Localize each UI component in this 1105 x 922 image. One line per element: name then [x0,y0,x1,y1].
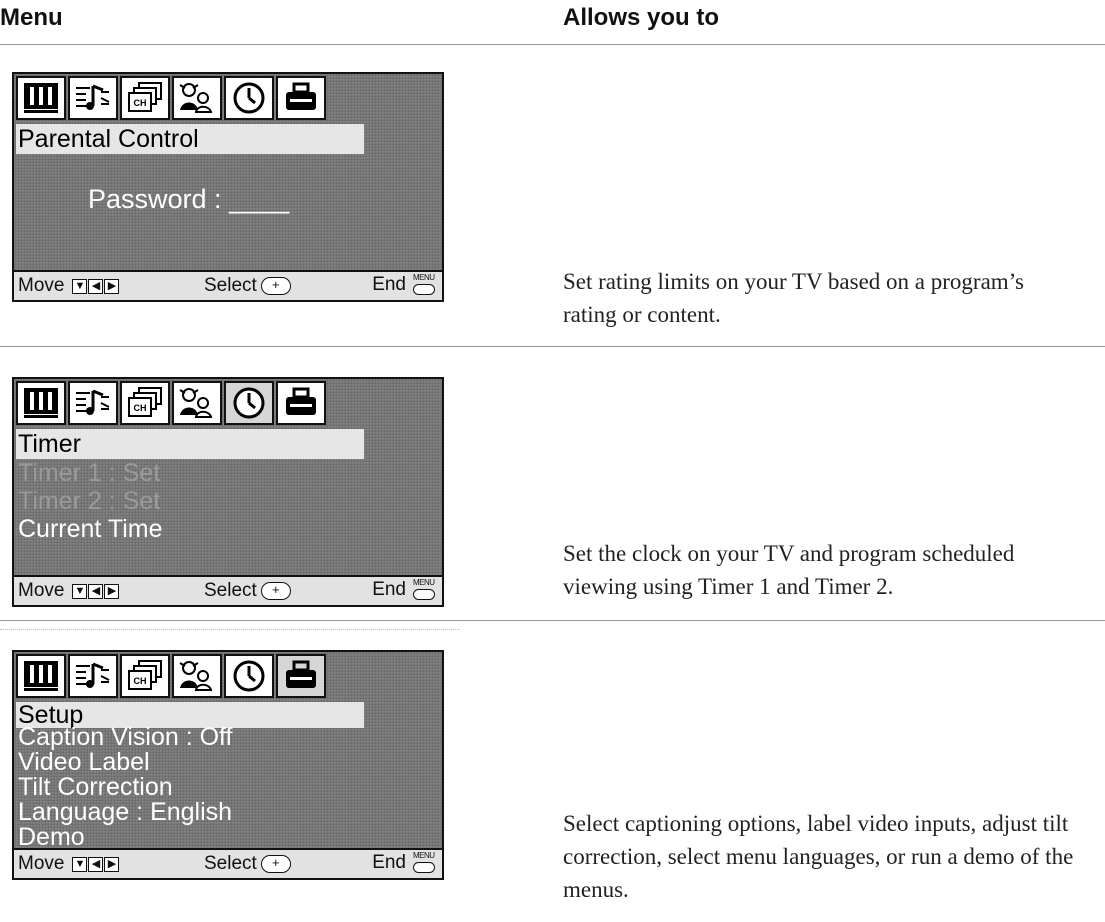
picture-icon [16,76,66,120]
channel-icon: CH [120,76,170,120]
parental-control-screen: CH Parental Control Password : ____ Move… [12,72,444,302]
table-header: Menu Allows you to [0,0,1105,45]
menu-icon-bar: CH [16,381,328,425]
menu-button-icon: MENU [412,851,436,874]
setup-icon [276,381,326,425]
timer-screen: CH Timer Timer 1 : Set Timer 2 : Set Cur… [12,377,444,607]
channel-icon: CH [120,381,170,425]
menu-title: Parental Control [16,124,364,154]
menu-item-demo[interactable]: Demo [18,825,85,850]
svg-text:CH: CH [134,676,147,686]
timer-description: Set the clock on your TV and program sch… [563,541,1015,599]
picture-icon [16,654,66,698]
menu-button-icon: MENU [412,578,436,601]
select-button-icon: + [260,855,291,873]
arrow-keys-icon: ▼ ◀ ▶ [72,583,120,599]
menu-item-video-label[interactable]: Video Label [18,750,150,775]
setup-icon [276,76,326,120]
dotted-divider [0,629,460,630]
menu-icon-bar: CH [16,76,328,120]
select-label: Select [204,275,257,296]
select-button-icon: + [260,582,291,600]
svg-text:CH: CH [134,403,147,413]
menu-item-tilt-correction[interactable]: Tilt Correction [18,775,173,800]
arrow-keys-icon: ▼ ◀ ▶ [72,278,120,294]
menu-footer: Move ▼ ◀ ▶ Select + End MENU [14,270,442,300]
allows-column-header: Allows you to [563,4,719,31]
select-label: Select [204,853,257,874]
parental-icon [172,76,222,120]
svg-text:CH: CH [134,98,147,108]
parental-control-description: Set rating limits on your TV based on a … [563,269,1025,327]
menu-button-icon: MENU [412,273,436,296]
parental-icon [172,381,222,425]
end-label: End [372,274,406,295]
clock-icon [224,381,274,425]
select-button-icon: + [260,277,291,295]
parental-icon [172,654,222,698]
row-divider [0,620,1105,621]
menu-icon-bar: CH [16,654,328,698]
sound-icon [68,76,118,120]
clock-icon [224,76,274,120]
menu-footer: Move ▼ ◀ ▶ Select + End MENU [14,575,442,605]
clock-icon [224,654,274,698]
row-divider [0,346,1105,347]
menu-item-timer-2[interactable]: Timer 2 : Set [18,487,160,515]
channel-icon: CH [120,654,170,698]
menu-column-header: Menu [0,4,63,31]
password-field[interactable]: Password : ____ [88,184,289,215]
sound-icon [68,381,118,425]
setup-screen: CH Setup Caption Vision : Off Video Labe… [12,650,444,880]
arrow-keys-icon: ▼ ◀ ▶ [72,856,120,872]
menu-footer: Move ▼ ◀ ▶ Select + End MENU [14,848,442,878]
move-label: Move [18,853,65,874]
menu-item-language[interactable]: Language : English [18,800,232,825]
setup-description: Select captioning options, label video i… [563,811,1074,902]
move-label: Move [18,580,65,601]
select-label: Select [204,580,257,601]
picture-icon [16,381,66,425]
end-label: End [372,579,406,600]
sound-icon [68,654,118,698]
menu-item-timer-1[interactable]: Timer 1 : Set [18,459,160,487]
setup-icon [276,654,326,698]
menu-item-current-time[interactable]: Current Time [18,515,162,543]
menu-item-caption-vision[interactable]: Caption Vision : Off [18,725,232,750]
menu-title: Timer [16,429,364,459]
move-label: Move [18,275,65,296]
end-label: End [372,852,406,873]
